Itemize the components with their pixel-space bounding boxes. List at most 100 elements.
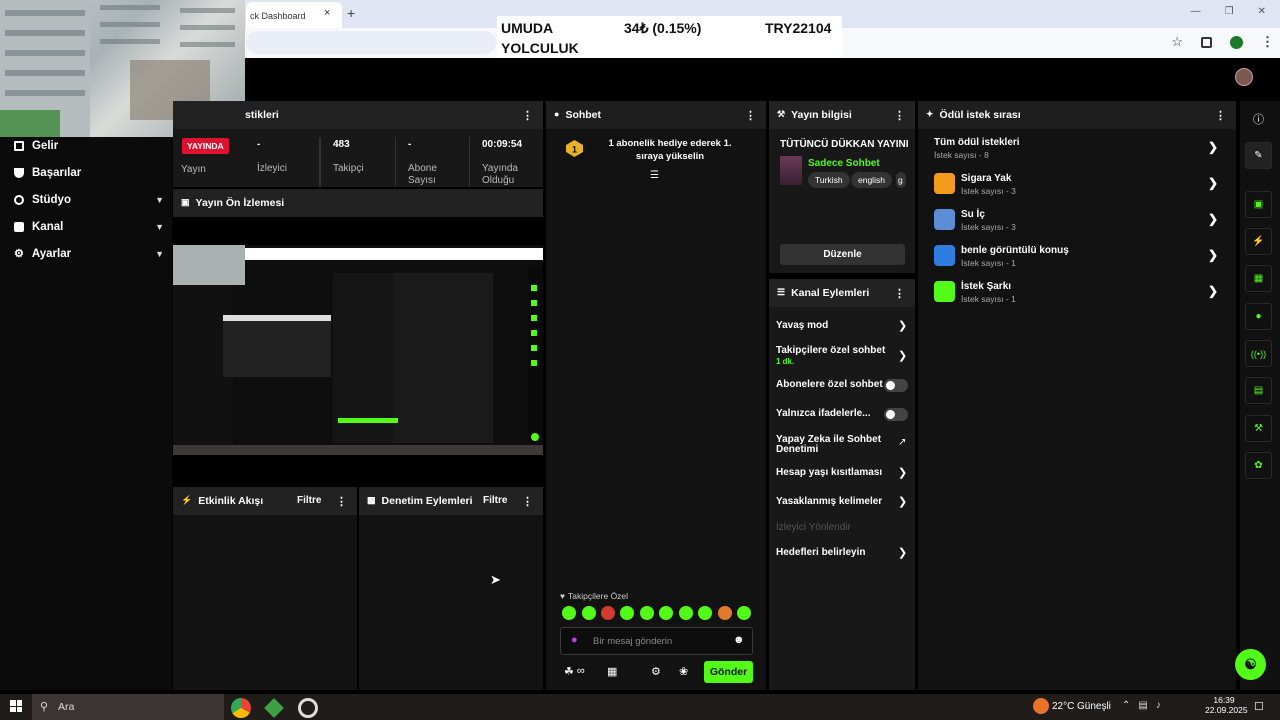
volume-icon[interactable]: ♪ [1156, 700, 1161, 711]
followers-stat: 483 Takipçi [320, 137, 396, 187]
chrome-icon[interactable] [231, 698, 251, 718]
info-icon[interactable]: ⓘ [1253, 111, 1264, 127]
preview-title: Yayın Ön İzlemesi [195, 197, 285, 209]
rank-number: 1 [572, 145, 577, 155]
points-button[interactable]: ☘ ∞ [564, 665, 585, 678]
followers-only-chat-item[interactable]: Takipçilere özel sohbet [776, 346, 885, 356]
tag-chip[interactable]: g [896, 172, 906, 188]
category-link[interactable]: Sadece Sohbet [808, 158, 880, 169]
activity-filter-button[interactable]: Filtre [297, 495, 321, 506]
flash-icon[interactable]: ⚡ [1245, 228, 1272, 255]
browser-menu-icon[interactable]: ⋮ [1261, 34, 1274, 50]
send-button[interactable]: Gönder [704, 661, 753, 683]
more-options-icon[interactable]: ⋮ [745, 109, 756, 122]
sidebar-item-studyo[interactable]: Stüdyo ▼ [14, 194, 164, 206]
chevron-right-icon[interactable]: ❯ [1208, 140, 1218, 154]
emote-icon[interactable] [698, 606, 712, 620]
emote-only-toggle[interactable] [884, 408, 908, 421]
minimize-icon[interactable]: — [1191, 6, 1201, 17]
emoji-icon[interactable]: ☻ [733, 634, 745, 646]
extensions-icon[interactable] [1201, 36, 1212, 48]
emote-icon[interactable] [679, 606, 693, 620]
chevron-right-icon[interactable]: ❯ [1208, 284, 1218, 298]
taskbar-search[interactable]: ⚲ Ara [32, 694, 224, 720]
network-icon[interactable]: ▤ [1138, 700, 1147, 711]
new-tab-button[interactable]: + [347, 5, 355, 21]
more-options-icon[interactable]: ⋮ [894, 287, 905, 300]
channel-actions-title: Kanal Eylemleri [791, 287, 870, 299]
ai-moderation-item[interactable]: Yapay Zeka ile Sohbet Denetimi [776, 435, 886, 455]
chat-header: ● Sohbet [546, 101, 766, 129]
profile-icon[interactable] [1230, 35, 1243, 49]
avatar[interactable] [1235, 68, 1253, 86]
more-options-icon[interactable]: ⋮ [336, 495, 347, 508]
emote-icon[interactable] [659, 606, 673, 620]
chevron-right-icon[interactable]: ❯ [1208, 248, 1218, 262]
reward-title[interactable]: Su İç [961, 209, 985, 220]
notifications-icon[interactable]: ☐ [1254, 700, 1264, 713]
chevron-right-icon[interactable]: ❯ [1208, 176, 1218, 190]
obs-icon[interactable] [298, 698, 318, 718]
windows-start-icon[interactable] [10, 700, 22, 712]
support-headset-icon[interactable]: ☯ [1235, 649, 1266, 680]
emote-icon[interactable] [562, 606, 576, 620]
wrench-icon[interactable]: ⚒ [1245, 415, 1272, 442]
emote-icon[interactable] [582, 606, 596, 620]
sidebar-item-gelir[interactable]: Gelir [14, 140, 164, 152]
expand-icon[interactable]: ☰ [650, 170, 659, 181]
settings-icon[interactable]: ⚙ [651, 665, 661, 678]
more-options-icon[interactable]: ⋮ [522, 109, 533, 122]
tag-chip[interactable]: Turkish [808, 172, 850, 188]
all-rewards-title[interactable]: Tüm ödül istekleri [934, 137, 1020, 148]
emote-only-item: Yalnızca ifadelerle... [776, 408, 871, 419]
broadcast-icon: ▣ [181, 197, 190, 207]
income-icon [14, 141, 24, 151]
sidebar-item-basarilar[interactable]: Başarılar [14, 167, 164, 179]
emote-icon[interactable] [718, 606, 732, 620]
emote-icon[interactable] [737, 606, 751, 620]
goals-item[interactable]: Hedefleri belirleyin [776, 548, 865, 558]
moderation-filter-button[interactable]: Filtre [483, 495, 507, 506]
emote-icon[interactable] [620, 606, 634, 620]
document-icon[interactable]: ▦ [1245, 265, 1272, 292]
banned-words-item[interactable]: Yasaklanmış kelimeler [776, 497, 882, 507]
maximize-icon[interactable]: ❐ [1225, 6, 1234, 17]
edit-icon[interactable]: ✎ [1245, 142, 1272, 169]
bookmark-star-icon[interactable]: ☆ [1171, 34, 1183, 50]
share-icon[interactable]: ✿ [1245, 452, 1272, 479]
url-field[interactable] [246, 31, 496, 54]
clock[interactable]: 16:39 22.09.2025 [1205, 695, 1248, 715]
clip-icon[interactable]: ▣ [1245, 191, 1272, 218]
tab-close-icon[interactable]: × [324, 7, 330, 19]
more-options-icon[interactable]: ⋮ [1215, 109, 1226, 122]
stream-preview[interactable] [173, 245, 543, 455]
reward-title[interactable]: Sigara Yak [961, 173, 1011, 184]
trophy-icon [14, 168, 24, 178]
microphone-icon[interactable]: ● [571, 634, 578, 646]
emote-icon[interactable] [601, 606, 615, 620]
account-age-item[interactable]: Hesap yaşı kısıtlaması [776, 468, 882, 478]
channel-icon [14, 222, 24, 232]
reward-title[interactable]: benle görüntülü konuş [961, 245, 1069, 256]
tag-chip[interactable]: english [851, 172, 892, 188]
bot-icon[interactable]: ❀ [679, 665, 688, 678]
edit-button[interactable]: Düzenle [780, 244, 905, 265]
more-options-icon[interactable]: ⋮ [894, 109, 905, 122]
slow-mode-item[interactable]: Yavaş mod [776, 321, 828, 331]
reward-title[interactable]: İstek Şarkı [961, 281, 1011, 292]
subscribers-only-toggle[interactable] [884, 379, 908, 392]
chevron-right-icon[interactable]: ❯ [1208, 212, 1218, 226]
search-icon: ⚲ [40, 701, 49, 713]
emote-icon[interactable] [640, 606, 654, 620]
message-icon[interactable]: ● [1245, 303, 1272, 330]
sidebar-item-ayarlar[interactable]: ⚙ Ayarlar ▼ [14, 247, 164, 261]
layout-icon[interactable]: ▤ [1245, 377, 1272, 404]
close-window-icon[interactable]: ✕ [1258, 6, 1266, 17]
tray-chevron-icon[interactable]: ⌃ [1122, 700, 1130, 711]
chat-input[interactable]: ● Bir mesaj gönderin ☻ [560, 627, 753, 655]
sidebar-item-kanal[interactable]: Kanal ▼ [14, 221, 164, 233]
store-icon[interactable]: ▦ [607, 665, 617, 678]
more-options-icon[interactable]: ⋮ [522, 495, 533, 508]
broadcast-icon[interactable]: ((•)) [1245, 340, 1272, 367]
weather-icon [1033, 698, 1049, 714]
